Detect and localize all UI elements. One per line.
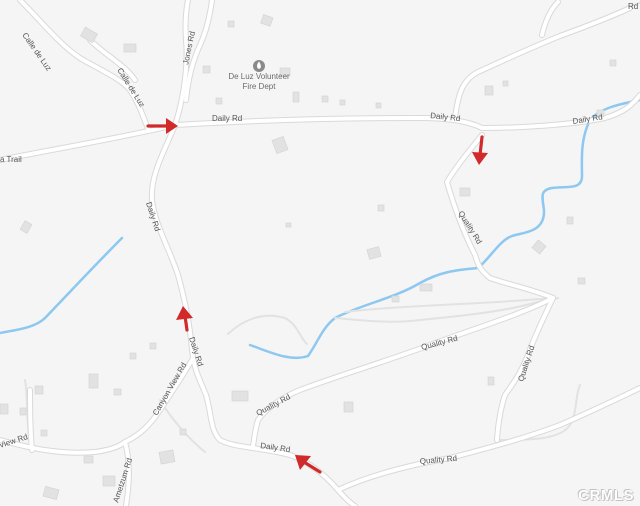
label-daily-rd-6: Daily Rd bbox=[260, 441, 291, 454]
label-quality-rd-1: Quality Rd bbox=[456, 209, 483, 245]
map-canvas[interactable]: Calle de Luz Calle de Luz Jones Rd Daily… bbox=[0, 0, 640, 506]
arrow-up-icon bbox=[176, 306, 193, 332]
label-quality-rd-4: Quality Rd bbox=[255, 392, 292, 417]
poi-name-line1: De Luz Volunteer bbox=[228, 72, 290, 81]
label-daily-rd-1: Daily Rd bbox=[212, 114, 242, 123]
label-daily-rd-5: Daily Rd bbox=[187, 336, 205, 368]
arrow-up-left-icon bbox=[295, 455, 322, 474]
label-calle-de-luz-1: Calle de Luz bbox=[20, 31, 53, 73]
road-labels: Calle de Luz Calle de Luz Jones Rd Daily… bbox=[0, 2, 638, 504]
label-ametz-rd: Ametzum Rd bbox=[111, 457, 134, 504]
poi-name-line2: Fire Dept bbox=[243, 82, 277, 91]
label-daily-rd-4: Daily Rd bbox=[144, 201, 162, 233]
poi-label: De Luz Volunteer Fire Dept bbox=[228, 72, 290, 91]
label-corner-rd: Rd bbox=[628, 2, 638, 11]
label-daily-rd-3: Daily Rd bbox=[572, 112, 603, 126]
direction-arrows bbox=[146, 118, 488, 474]
arrow-down-icon bbox=[472, 135, 488, 165]
arrow-right-icon bbox=[146, 118, 178, 134]
label-calle-de-luz-2: Calle de Luz bbox=[115, 66, 146, 108]
label-daily-rd-2: Daily Rd bbox=[430, 111, 461, 123]
label-layer: Calle de Luz Calle de Luz Jones Rd Daily… bbox=[0, 2, 638, 504]
label-quality-rd-5: Quality Rd bbox=[419, 454, 457, 466]
label-quality-rd-2: Quality Rd bbox=[420, 334, 458, 352]
label-view-rd: View Rd bbox=[0, 432, 29, 450]
watermark: CRMLS bbox=[578, 487, 634, 504]
label-jones-rd: Jones Rd bbox=[181, 30, 197, 65]
label-canyon-view-rd: Canyon View Rd bbox=[151, 361, 189, 417]
label-trail: a Trail bbox=[0, 155, 22, 164]
label-quality-rd-3: Quality Rd bbox=[516, 344, 536, 382]
